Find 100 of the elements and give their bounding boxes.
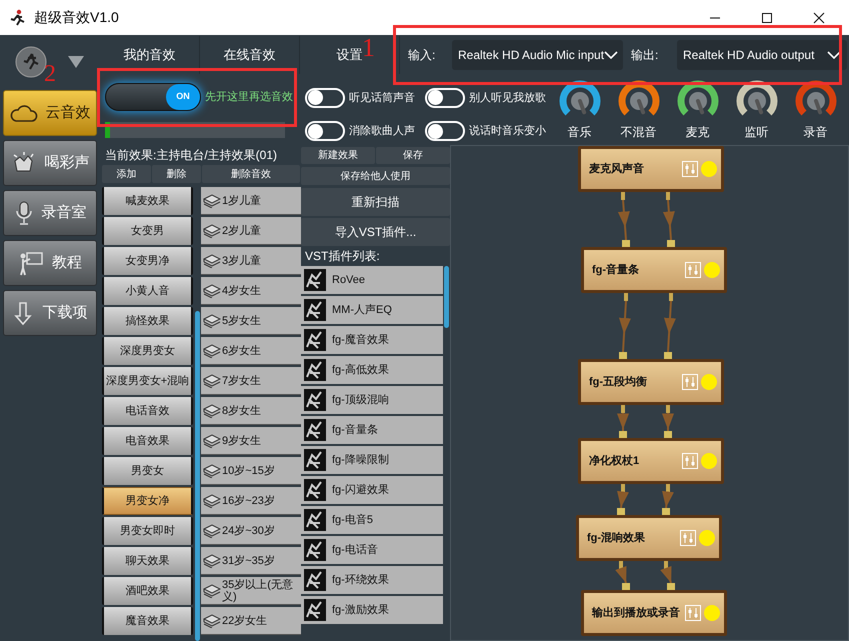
tab[interactable]: 我的音效 (100, 36, 200, 74)
option-toggle[interactable] (305, 121, 345, 142)
hint-text: 先开这里再选音效 (205, 90, 293, 105)
effect-item[interactable]: 女变男净 (102, 247, 193, 275)
connector (615, 561, 630, 590)
sliders-icon[interactable] (682, 374, 698, 390)
vst-plugin-item[interactable]: fg-电话音 (301, 536, 443, 564)
scrollbar[interactable] (444, 266, 449, 328)
voice-preset-item[interactable]: 22岁女生 (201, 607, 301, 635)
vst-plugin-item[interactable]: RoVee (301, 266, 443, 294)
voice-preset-item[interactable]: 9岁女生 (201, 427, 301, 455)
effect-item[interactable]: 电音效果 (102, 427, 193, 455)
plugin-icon (304, 329, 326, 351)
voice-preset-item[interactable]: 10岁~15岁 (201, 457, 301, 485)
effect-item[interactable]: 小黄人音 (102, 277, 193, 305)
vst-plugin-item[interactable]: fg-顶级混响 (301, 386, 443, 414)
vst-plugin-item[interactable]: fg-闪避效果 (301, 476, 443, 504)
rescan-button[interactable]: 重新扫描 (301, 188, 450, 216)
effect-item[interactable]: 男变女净 (102, 487, 193, 515)
vst-plugin-item[interactable]: fg-电音5 (301, 506, 443, 534)
tab[interactable]: 在线音效 (200, 36, 300, 74)
connector (664, 293, 676, 359)
toolbar-button[interactable]: 保存 (376, 147, 450, 164)
toolbar-button[interactable]: 删除音效 (202, 165, 300, 183)
voice-preset-item[interactable]: 6岁女生 (201, 337, 301, 365)
effect-node[interactable]: fg-混响效果 (576, 515, 722, 561)
microphone-icon (14, 200, 34, 226)
option-toggle[interactable] (425, 88, 465, 108)
plugin-icon (304, 269, 326, 291)
effect-node[interactable]: 输出到播放或录音 (581, 590, 727, 636)
option-label: 别人听见我放歌 (469, 90, 546, 106)
vst-plugin-item[interactable]: fg-音量条 (301, 416, 443, 444)
voice-preset-item[interactable]: 1岁儿童 (201, 187, 301, 215)
effect-item[interactable]: 魔音效果 (102, 607, 193, 635)
book-stack-icon (203, 524, 221, 538)
option-toggle[interactable] (305, 88, 345, 108)
import-vst-button[interactable]: 导入VST插件... (301, 218, 450, 246)
sidebar-item[interactable]: 云音效 (3, 90, 97, 136)
knob-label: 录音 (804, 124, 828, 141)
toolbar-button[interactable]: 添加 (102, 165, 151, 183)
voice-preset-item[interactable]: 16岁~23岁 (201, 487, 301, 515)
effect-item[interactable]: 喊麦效果 (102, 187, 193, 215)
voice-preset-item[interactable]: 7岁女生 (201, 367, 301, 395)
voice-preset-item[interactable]: 5岁女生 (201, 307, 301, 335)
voice-preset-item[interactable]: 2岁儿童 (201, 217, 301, 245)
dropdown-caret-icon[interactable] (67, 55, 85, 69)
sidebar-item[interactable]: 喝彩声 (3, 140, 97, 186)
effect-node[interactable]: 净化权杖1 (578, 438, 724, 484)
voice-preset-item[interactable]: 31岁~35岁 (201, 547, 301, 575)
effect-item[interactable]: 聊天效果 (102, 547, 193, 575)
knob-label: 监听 (744, 124, 768, 141)
sidebar-item[interactable]: 教程 (3, 240, 97, 286)
effect-item[interactable]: 深度男变女 (102, 337, 193, 365)
vst-plugin-item[interactable]: fg-环绕效果 (301, 566, 443, 594)
knob-label: 不混音 (620, 124, 656, 141)
effect-item[interactable]: 男变女 (102, 457, 193, 485)
share-button[interactable]: 保存给他人使用 (301, 167, 450, 185)
effect-item[interactable]: 电话音效 (102, 397, 193, 425)
effect-item[interactable]: 深度男变女+混响 (102, 367, 193, 395)
output-device-dropdown[interactable]: Realtek HD Audio output (677, 40, 847, 70)
plugin-icon (304, 359, 326, 381)
voice-preset-item[interactable]: 3岁儿童 (201, 247, 301, 275)
voice-preset-item[interactable]: 4岁女生 (201, 277, 301, 305)
vst-plugin-item[interactable]: fg-魔音效果 (301, 326, 443, 354)
toolbar-button[interactable]: 新建效果 (301, 147, 375, 164)
effect-node[interactable]: 麦克风声音 (578, 146, 724, 192)
app-logo-icon[interactable] (15, 46, 47, 78)
effect-item[interactable]: 男变女即时 (102, 517, 193, 545)
input-device-dropdown[interactable]: Realtek HD Audio Mic input (452, 40, 623, 70)
sliders-icon[interactable] (680, 530, 696, 546)
chevron-down-icon (827, 51, 841, 59)
chevron-down-icon (604, 51, 618, 59)
option-label: 听见话筒声音 (349, 90, 415, 106)
book-stack-icon (203, 254, 221, 268)
status-dot-icon (704, 605, 720, 621)
toolbar-button[interactable]: 删除 (152, 165, 201, 183)
vst-plugin-item[interactable]: MM-人声EQ (301, 296, 443, 324)
voice-preset-item[interactable]: 8岁女生 (201, 397, 301, 425)
sliders-icon[interactable] (685, 605, 701, 621)
sidebar-item[interactable]: 下载项 (3, 290, 97, 336)
option-toggle[interactable] (425, 121, 465, 142)
sliders-icon[interactable] (682, 161, 698, 177)
vst-plugin-item[interactable]: fg-降噪限制 (301, 446, 443, 474)
book-stack-icon (203, 584, 221, 598)
book-stack-icon (203, 344, 221, 358)
vst-plugin-item[interactable]: fg-高低效果 (301, 356, 443, 384)
sidebar-item[interactable]: 录音室 (3, 190, 97, 236)
effect-item[interactable]: 搞怪效果 (102, 307, 193, 335)
current-effect-text: 当前效果:主持电台/主持效果(01) (104, 147, 278, 164)
voice-preset-item[interactable]: 24岁~30岁 (201, 517, 301, 545)
effect-node[interactable]: fg-音量条 (581, 247, 727, 293)
status-dot-icon (699, 530, 715, 546)
scrollbar[interactable] (194, 311, 200, 641)
effect-node[interactable]: fg-五段均衡 (578, 359, 724, 405)
voice-preset-item[interactable]: 35岁以上(无意义) (201, 577, 301, 605)
sliders-icon[interactable] (685, 262, 701, 278)
effect-item[interactable]: 女变男 (102, 217, 193, 245)
effect-item[interactable]: 酒吧效果 (102, 577, 193, 605)
sliders-icon[interactable] (682, 453, 698, 469)
vst-plugin-item[interactable]: fg-激励效果 (301, 596, 443, 624)
